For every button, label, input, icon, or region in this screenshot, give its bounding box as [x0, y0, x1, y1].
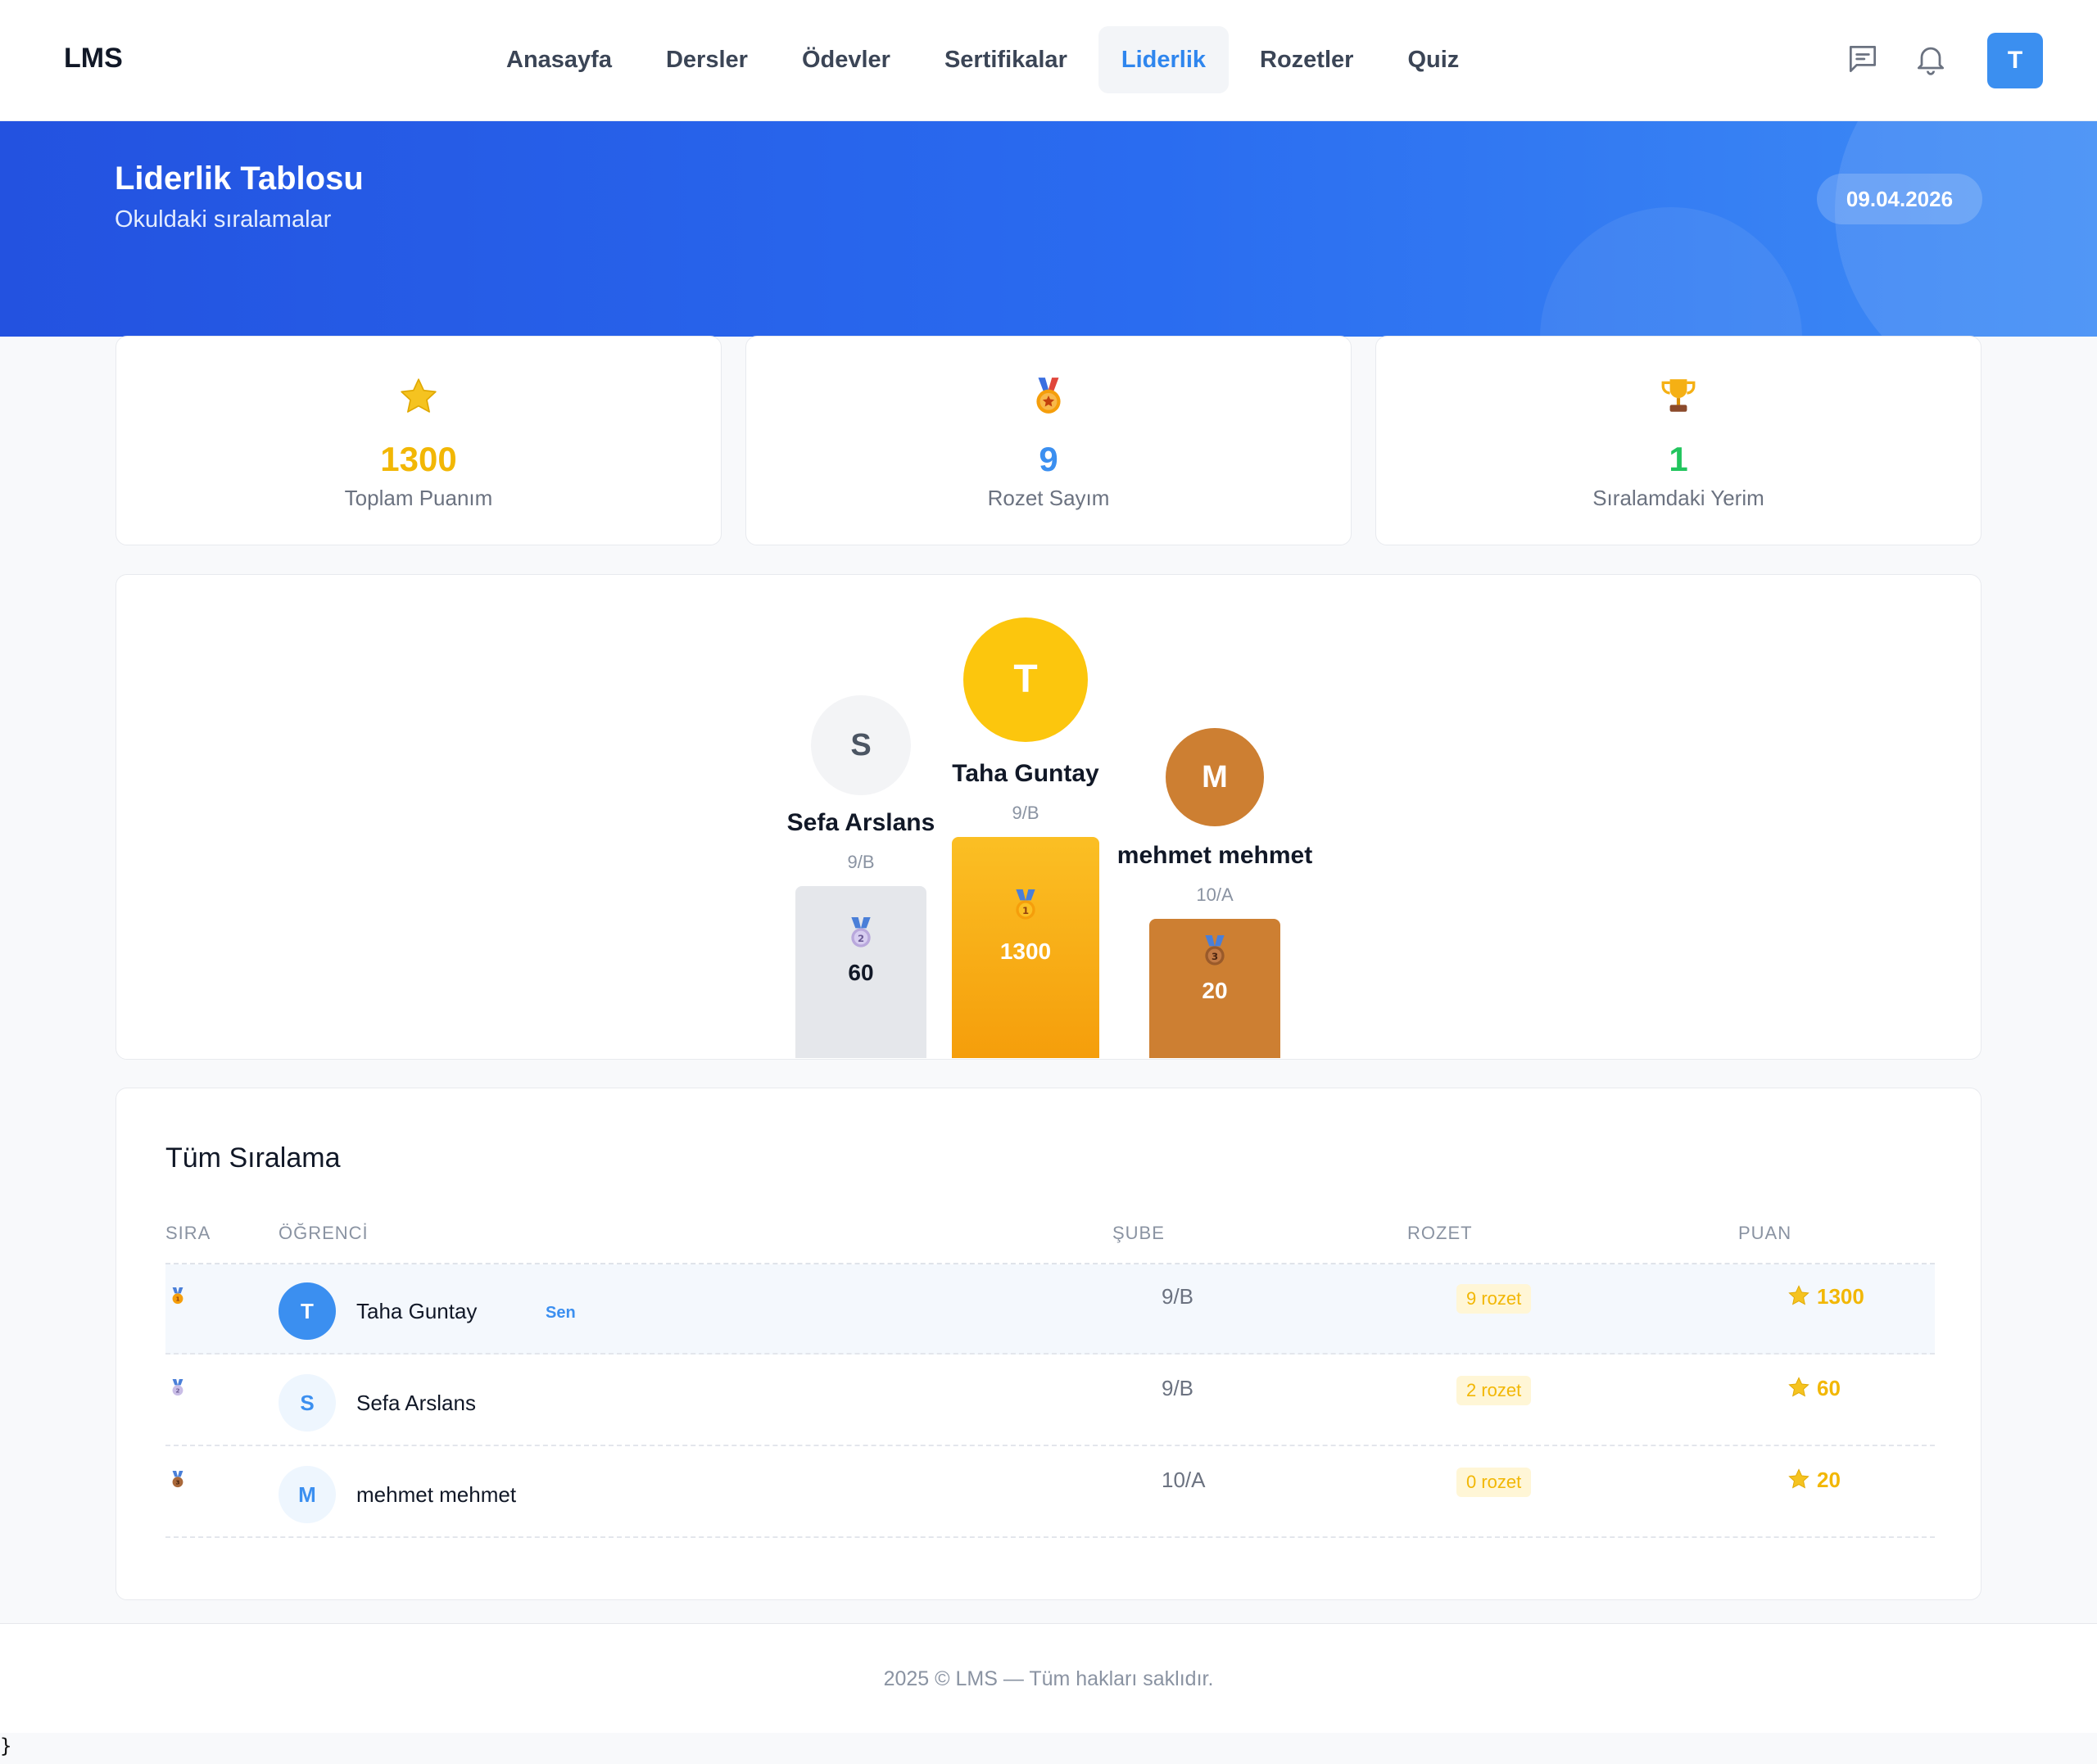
svg-text:3: 3	[1212, 951, 1218, 962]
points-value: 60	[1817, 1376, 1841, 1400]
student-avatar: T	[279, 1282, 336, 1340]
stat-label: Toplam Puanım	[344, 486, 493, 510]
stat-value: 9	[1039, 440, 1058, 478]
nav-item-liderlik[interactable]: Liderlik	[1098, 26, 1230, 93]
footer-copyright: 2025 © LMS — Tüm hakları saklıdır.	[883, 1667, 1214, 1690]
student-name: Taha Guntay	[356, 1299, 478, 1323]
main-nav: Anasayfa Dersler Ödevler Sertifikalar Li…	[483, 26, 1482, 93]
podium-class-first: 9/B	[1012, 803, 1039, 823]
stray-text: }	[0, 1735, 12, 1757]
column-header-badges: ROZET	[1407, 1223, 1473, 1243]
stat-label: Rozet Sayım	[987, 486, 1110, 510]
badge-count: 9 rozet	[1456, 1284, 1532, 1314]
nav-item-anasayfa[interactable]: Anasayfa	[483, 26, 635, 93]
podium-block-first: 1 1300	[952, 837, 1099, 1058]
table-title: Tüm Sıralama	[165, 1142, 341, 1174]
svg-text:1: 1	[175, 1296, 179, 1303]
gold-medal-icon: 1	[172, 1287, 183, 1305]
medal-icon	[1036, 378, 1061, 414]
nav-item-odevler[interactable]: Ödevler	[779, 26, 913, 93]
star-icon	[1788, 1377, 1809, 1397]
nav-item-dersler[interactable]: Dersler	[643, 26, 771, 93]
silver-medal-icon: 2	[172, 1379, 183, 1396]
student-points: 60	[1787, 1376, 1841, 1401]
decorative-circle	[1540, 207, 1802, 337]
stat-value: 1	[1669, 440, 1688, 478]
bronze-medal-icon: 3	[172, 1471, 183, 1488]
page-subtitle: Okuldaki sıralamalar	[115, 206, 332, 233]
ranking-table-card: Tüm Sıralama SIRA ÖĞRENCİ ŞUBE ROZET PUA…	[115, 1088, 1982, 1600]
star-icon	[1788, 1285, 1809, 1305]
page-footer: 2025 © LMS — Tüm hakları saklıdır.	[0, 1623, 2097, 1733]
student-avatar: M	[279, 1466, 336, 1523]
student-class: 10/A	[1162, 1468, 1206, 1492]
message-icon[interactable]	[1845, 41, 1881, 77]
star-icon	[1788, 1468, 1809, 1489]
student-class: 9/B	[1162, 1284, 1194, 1309]
podium-points-second: 60	[848, 960, 874, 985]
svg-text:1: 1	[1022, 905, 1029, 916]
podium-points-first: 1300	[999, 939, 1052, 964]
svg-text:2: 2	[858, 933, 864, 944]
nav-item-rozetler[interactable]: Rozetler	[1237, 26, 1376, 93]
podium-name-third: mehmet mehmet	[1116, 842, 1313, 869]
column-header-class: ŞUBE	[1112, 1223, 1165, 1243]
stat-label: Sıralamdaki Yerim	[1592, 486, 1764, 510]
notification-bell-icon[interactable]	[1913, 41, 1949, 77]
podium-class-third: 10/A	[1196, 884, 1234, 905]
podium-block-second: 2 60	[795, 886, 926, 1058]
user-avatar-button[interactable]: T	[1987, 33, 2043, 88]
column-header-student: ÖĞRENCİ	[279, 1223, 369, 1243]
brand-logo[interactable]: LMS	[64, 43, 123, 75]
badge-count: 0 rozet	[1456, 1468, 1532, 1497]
silver-medal-icon: 2	[851, 917, 871, 948]
podium-avatar-second[interactable]: S	[811, 695, 911, 795]
student-name: mehmet mehmet	[356, 1482, 517, 1507]
page-title: Liderlik Tablosu	[115, 161, 364, 197]
stat-card-total-points: 1300 Toplam Puanım	[115, 336, 722, 545]
stat-card-my-rank: 1 Sıralamdaki Yerim	[1375, 336, 1982, 545]
podium-points-third: 20	[1202, 978, 1228, 1003]
podium-avatar-third[interactable]: M	[1166, 728, 1264, 826]
column-header-rank: SIRA	[165, 1223, 211, 1243]
gold-medal-icon: 1	[1016, 889, 1035, 920]
stat-value: 1300	[380, 440, 457, 478]
stat-card-badge-count: 9 Rozet Sayım	[745, 336, 1352, 545]
podium-name-first: Taha Guntay	[952, 760, 1099, 787]
points-value: 1300	[1817, 1284, 1864, 1309]
podium-card: S Sefa Arslans 9/B 2 60 T Taha Guntay 9/…	[115, 574, 1982, 1060]
student-avatar: S	[279, 1374, 336, 1432]
trophy-icon	[1661, 379, 1696, 412]
hero-banner: Liderlik Tablosu Okuldaki sıralamalar 09…	[0, 121, 2097, 337]
column-header-points: PUAN	[1738, 1223, 1792, 1243]
points-value: 20	[1817, 1468, 1841, 1492]
table-row[interactable]: 2 S Sefa Arslans 9/B 2 rozet 60	[165, 1356, 1935, 1446]
table-row[interactable]: 1 T Taha Guntay Sen 9/B 9 rozet 1300	[165, 1264, 1935, 1355]
student-class: 9/B	[1162, 1376, 1194, 1400]
nav-item-quiz[interactable]: Quiz	[1384, 26, 1482, 93]
star-icon	[401, 378, 437, 413]
student-points: 20	[1787, 1468, 1841, 1493]
podium-block-third: 3 20	[1149, 919, 1280, 1058]
you-badge: Sen	[546, 1304, 576, 1322]
svg-text:3: 3	[175, 1479, 179, 1486]
date-badge: 09.04.2026	[1817, 174, 1982, 224]
podium-class-second: 9/B	[847, 852, 875, 872]
nav-item-sertifikalar[interactable]: Sertifikalar	[922, 26, 1090, 93]
podium-avatar-first[interactable]: T	[963, 617, 1088, 742]
svg-text:2: 2	[175, 1387, 179, 1395]
badge-count: 2 rozet	[1456, 1376, 1532, 1405]
bronze-medal-icon: 3	[1205, 935, 1225, 966]
student-name: Sefa Arslans	[356, 1391, 476, 1415]
decorative-circle	[1835, 121, 2097, 337]
student-points: 1300	[1787, 1284, 1864, 1309]
top-navbar: LMS Anasayfa Dersler Ödevler Sertifikala…	[0, 0, 2097, 121]
table-row[interactable]: 3 M mehmet mehmet 10/A 0 rozet 20	[165, 1448, 1935, 1538]
